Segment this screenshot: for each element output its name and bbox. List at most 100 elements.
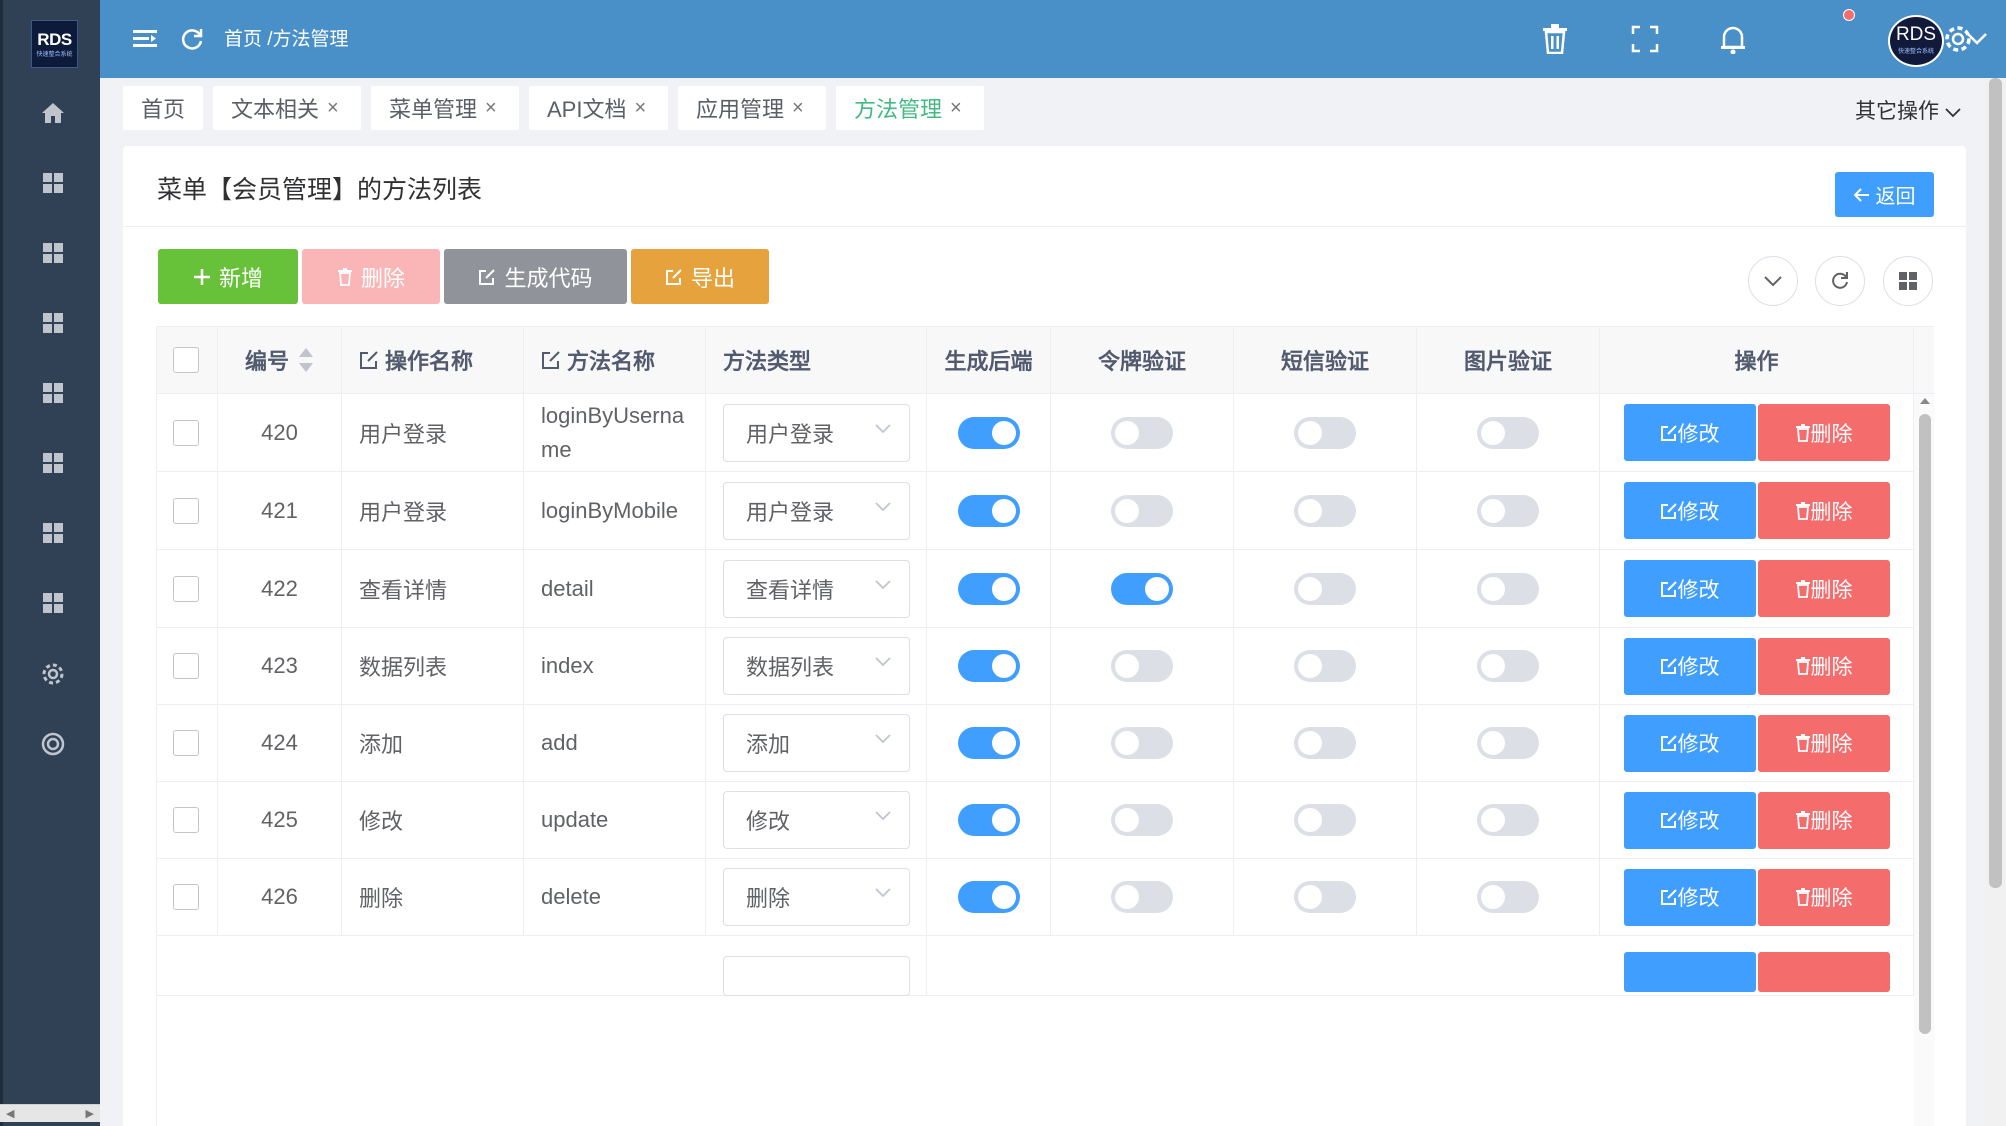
add-button[interactable]: 新增 (158, 249, 298, 304)
lifebuoy-icon[interactable] (38, 729, 68, 759)
edit-button[interactable]: 修改 (1623, 482, 1756, 539)
home-icon[interactable] (38, 98, 68, 128)
row-checkbox[interactable] (173, 730, 199, 756)
columns-toggle-button[interactable] (1883, 256, 1933, 306)
edit-button[interactable]: 修改 (1623, 868, 1756, 926)
backend-switch[interactable] (957, 494, 1020, 527)
backend-switch[interactable] (957, 881, 1020, 913)
backend-switch[interactable] (957, 727, 1020, 759)
gear-icon[interactable] (38, 659, 68, 689)
trash-icon[interactable] (1538, 0, 1572, 78)
image-switch[interactable] (1477, 804, 1539, 836)
sms-switch[interactable] (1294, 572, 1356, 605)
image-switch[interactable] (1477, 572, 1539, 605)
refresh-icon[interactable] (177, 0, 207, 78)
page-scrollbar[interactable] (1985, 78, 2006, 1126)
token-switch[interactable] (1111, 804, 1173, 836)
edit-button[interactable]: 修改 (1623, 714, 1756, 772)
scroll-up-icon[interactable] (1920, 398, 1930, 404)
token-switch[interactable] (1111, 650, 1173, 682)
fullscreen-icon[interactable] (1628, 0, 1662, 78)
token-switch[interactable] (1111, 572, 1173, 605)
bell-icon[interactable] (1716, 0, 1750, 78)
backend-switch[interactable] (957, 650, 1020, 682)
menu-toggle-icon[interactable] (130, 0, 160, 78)
scroll-right-icon[interactable]: ▶ (86, 1107, 94, 1120)
other-ops-dropdown[interactable]: 其它操作 (1855, 95, 1961, 125)
row-checkbox[interactable] (173, 807, 199, 833)
edit-button[interactable]: 修改 (1623, 404, 1756, 461)
edit-button[interactable] (1623, 952, 1756, 992)
tab-menu[interactable]: 菜单管理 × (371, 86, 519, 130)
method-type-select[interactable]: 用户登录 (723, 403, 910, 462)
sms-switch[interactable] (1294, 881, 1356, 913)
method-type-select[interactable]: 删除 (723, 868, 910, 926)
scroll-left-icon[interactable]: ◀ (6, 1107, 14, 1120)
grid-icon[interactable] (38, 588, 68, 618)
back-button[interactable]: 返回 (1835, 172, 1934, 217)
sort-icon[interactable] (297, 345, 315, 375)
method-type-select[interactable]: 数据列表 (723, 637, 910, 695)
token-switch[interactable] (1111, 416, 1173, 449)
edit-button[interactable]: 修改 (1623, 791, 1756, 849)
token-switch[interactable] (1111, 881, 1173, 913)
collapse-search-button[interactable] (1748, 256, 1798, 306)
grid-icon[interactable] (38, 378, 68, 408)
image-switch[interactable] (1477, 727, 1539, 759)
page-scrollbar-thumb[interactable] (1989, 78, 2002, 888)
close-icon[interactable]: × (327, 97, 339, 120)
delete-button[interactable]: 删除 (1757, 637, 1890, 695)
method-type-select[interactable]: 用户登录 (723, 481, 910, 540)
method-type-select[interactable]: 查看详情 (723, 559, 910, 618)
grid-icon[interactable] (38, 238, 68, 268)
edit-button[interactable]: 修改 (1623, 560, 1756, 617)
sms-switch[interactable] (1294, 804, 1356, 836)
table-scrollbar-thumb[interactable] (1919, 414, 1931, 1034)
delete-button[interactable]: 删除 (1757, 404, 1890, 461)
row-checkbox[interactable] (173, 419, 199, 446)
close-icon[interactable]: × (792, 97, 804, 120)
batch-delete-button[interactable]: 删除 (302, 249, 440, 304)
image-switch[interactable] (1477, 881, 1539, 913)
tab-api-docs[interactable]: API文档 × (529, 86, 668, 130)
close-icon[interactable]: × (950, 97, 962, 120)
close-icon[interactable]: × (634, 97, 646, 120)
image-switch[interactable] (1477, 494, 1539, 527)
grid-icon[interactable] (38, 518, 68, 548)
backend-switch[interactable] (957, 572, 1020, 605)
sms-switch[interactable] (1294, 416, 1356, 449)
method-type-select[interactable]: 修改 (723, 791, 910, 849)
tab-methods[interactable]: 方法管理 × (836, 86, 984, 130)
grid-icon[interactable] (38, 308, 68, 338)
tab-home[interactable]: 首页 (123, 86, 203, 130)
settings-gear-icon[interactable] (1941, 0, 1975, 78)
image-switch[interactable] (1477, 416, 1539, 449)
delete-button[interactable]: 删除 (1757, 560, 1890, 617)
breadcrumb[interactable]: 首页 /方法管理 (224, 24, 349, 51)
backend-switch[interactable] (957, 416, 1020, 449)
image-switch[interactable] (1477, 650, 1539, 682)
row-checkbox[interactable] (173, 884, 199, 910)
delete-button[interactable] (1757, 952, 1890, 992)
method-type-select[interactable] (723, 956, 910, 996)
table-scrollbar[interactable] (1914, 394, 1934, 1126)
sms-switch[interactable] (1294, 494, 1356, 527)
row-checkbox[interactable] (173, 575, 199, 602)
delete-button[interactable]: 删除 (1757, 868, 1890, 926)
delete-button[interactable]: 删除 (1757, 482, 1890, 539)
export-button[interactable]: 导出 (631, 249, 769, 304)
grid-icon[interactable] (38, 168, 68, 198)
refresh-table-button[interactable] (1815, 256, 1865, 306)
row-checkbox[interactable] (173, 653, 199, 679)
sidebar-hscrollbar[interactable]: ◀ ▶ (0, 1104, 100, 1122)
select-all-checkbox[interactable] (173, 347, 199, 373)
edit-button[interactable]: 修改 (1623, 637, 1756, 695)
sms-switch[interactable] (1294, 727, 1356, 759)
close-icon[interactable]: × (485, 97, 497, 120)
row-checkbox[interactable] (173, 497, 199, 524)
header-id[interactable]: 编号 (218, 327, 342, 393)
avatar[interactable]: RDS 快速整合系统 (1888, 15, 1944, 67)
tab-apps[interactable]: 应用管理 × (678, 86, 826, 130)
token-switch[interactable] (1111, 494, 1173, 527)
method-type-select[interactable]: 添加 (723, 714, 910, 772)
